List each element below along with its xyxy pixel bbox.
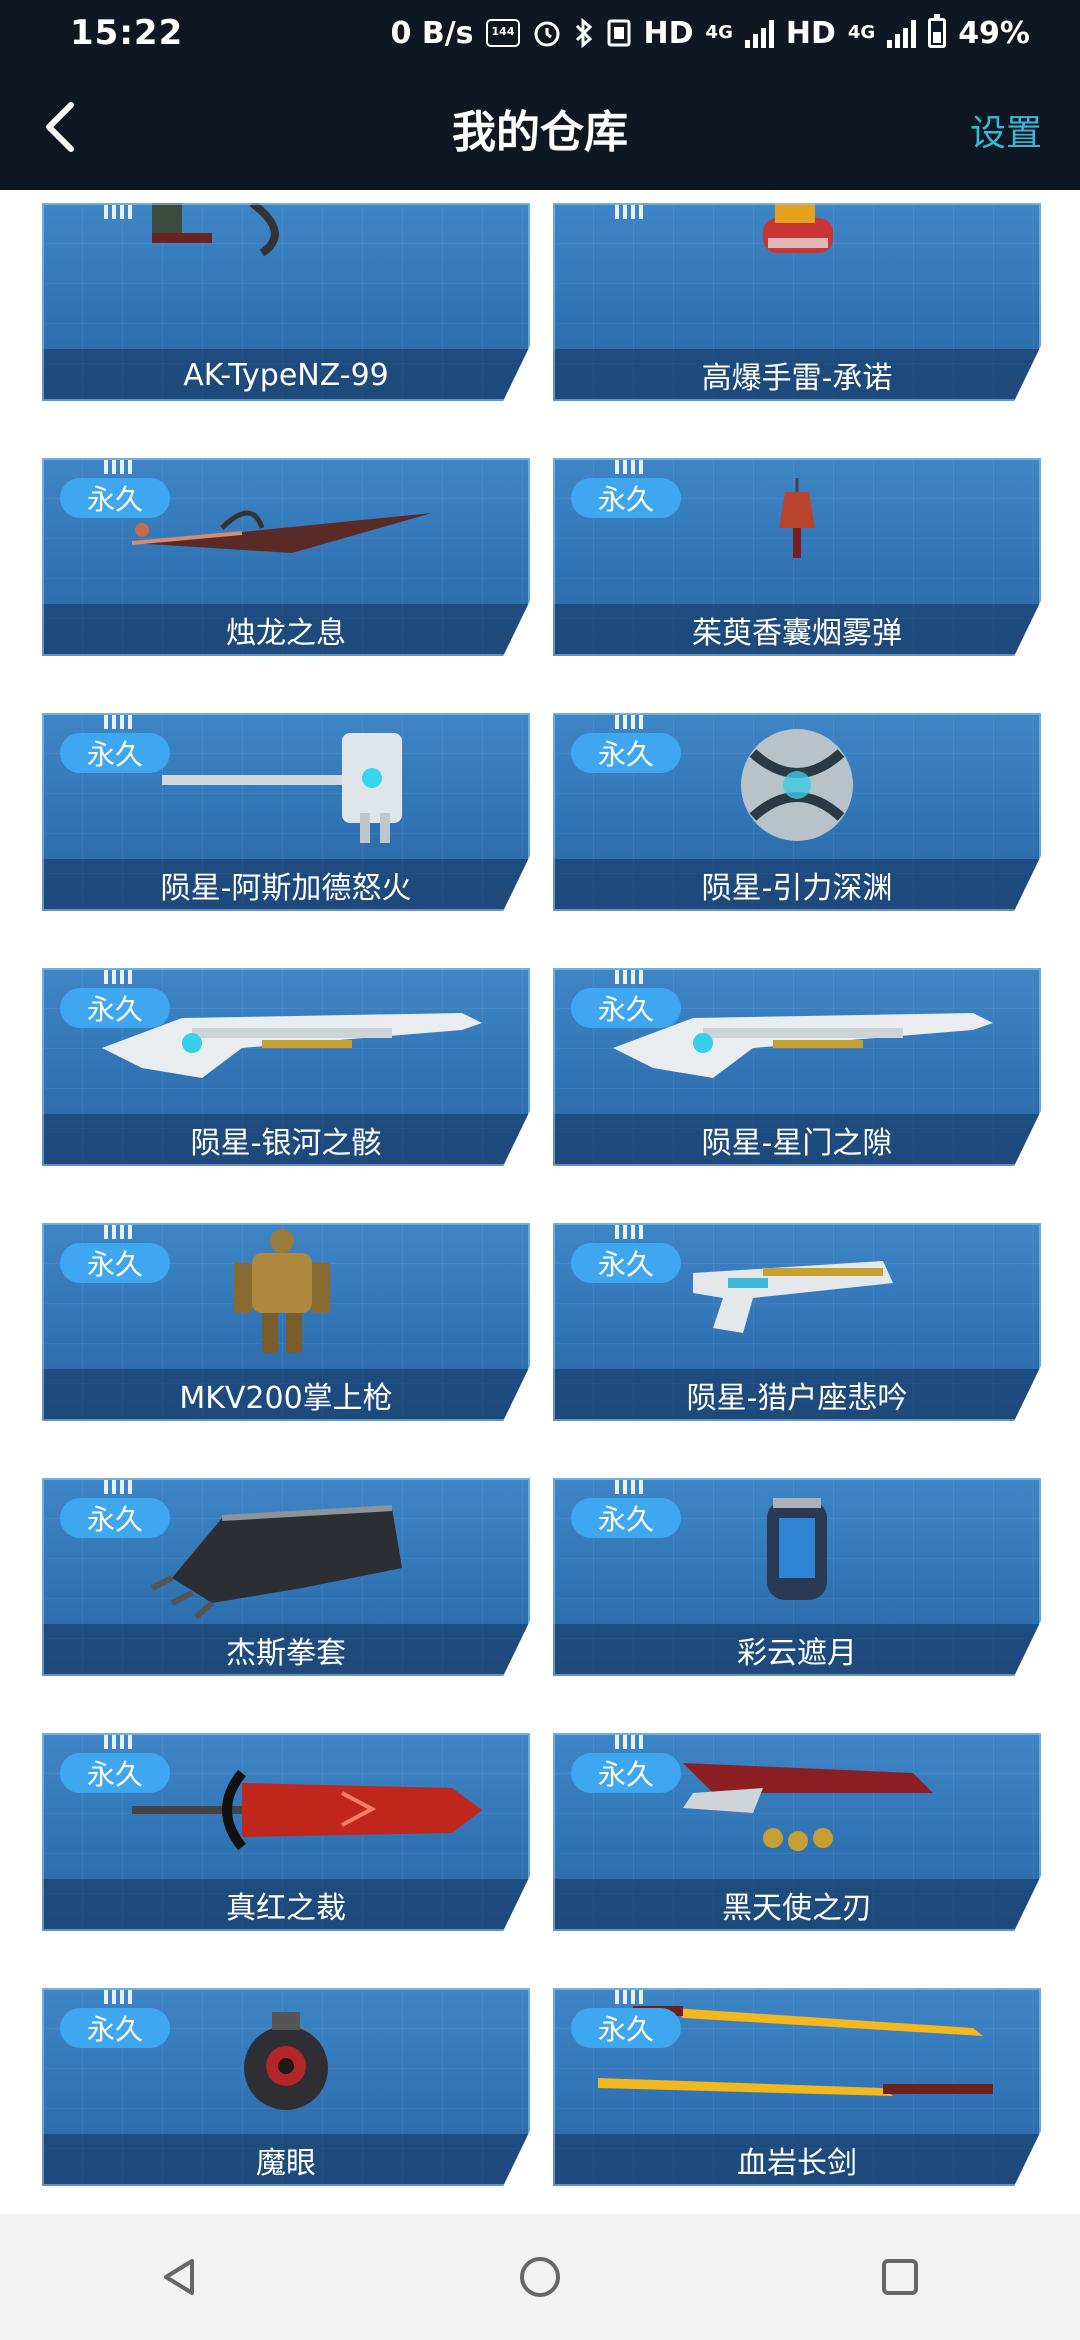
item-name: 魔眼 <box>42 2134 530 2186</box>
item-name: 黑天使之刃 <box>553 1879 1041 1931</box>
card-corner-marks <box>615 1990 645 2004</box>
nav-recents-button[interactable] <box>855 2232 945 2322</box>
item-card[interactable]: 永久真红之裁 <box>42 1733 530 1931</box>
page-title: 我的仓库 <box>452 107 628 158</box>
square-recents-icon <box>882 2259 918 2295</box>
item-name: 陨星-星门之隙 <box>553 1114 1041 1166</box>
item-card[interactable]: 永久 MKV200掌上枪 <box>42 1223 530 1421</box>
permanent-badge: 永久 <box>60 1753 170 1793</box>
card-corner-marks <box>104 1225 134 1239</box>
status-time: 15:22 <box>70 13 184 53</box>
item-card[interactable]: 高爆手雷-承诺 <box>553 203 1041 401</box>
permanent-badge: 永久 <box>60 733 170 773</box>
circle-home-icon <box>520 2257 560 2297</box>
card-corner-marks <box>615 205 645 219</box>
signal-icon-1 <box>744 18 774 48</box>
item-card[interactable]: 永久烛龙之息 <box>42 458 530 656</box>
hd-label-1: HD <box>643 15 694 51</box>
permanent-badge: 永久 <box>571 988 681 1028</box>
item-card[interactable]: 永久陨星-引力深渊 <box>553 713 1041 911</box>
card-corner-marks <box>104 1735 134 1749</box>
item-card[interactable]: 永久茱萸香囊烟雾弹 <box>553 458 1041 656</box>
card-corner-marks <box>615 1480 645 1494</box>
net-speed: 0 B/s <box>390 15 474 51</box>
permanent-badge: 永久 <box>60 2008 170 2048</box>
item-name: 杰斯拳套 <box>42 1624 530 1676</box>
item-name: 高爆手雷-承诺 <box>553 349 1041 401</box>
item-name: AK-TypeNZ-99 <box>42 349 530 401</box>
permanent-badge: 永久 <box>571 1498 681 1538</box>
system-nav-bar <box>0 2214 1080 2340</box>
card-corner-marks <box>615 1735 645 1749</box>
card-corner-marks <box>615 715 645 729</box>
status-bar: 15:22 0 B/s 144 HD 4G HD 4G 49% <box>0 0 1080 66</box>
card-corner-marks <box>104 460 134 474</box>
status-icons: 0 B/s 144 HD 4G HD 4G 49% <box>390 14 1030 51</box>
card-corner-marks <box>615 970 645 984</box>
item-name: 彩云遮月 <box>553 1624 1041 1676</box>
svg-text:144: 144 <box>491 25 514 38</box>
refresh-rate-icon: 144 <box>485 19 520 47</box>
item-card[interactable]: 永久魔眼 <box>42 1988 530 2186</box>
back-button[interactable] <box>26 92 96 162</box>
rifle-art <box>152 203 279 257</box>
bluetooth-icon <box>574 18 594 48</box>
item-card[interactable]: 永久陨星-星门之隙 <box>553 968 1041 1166</box>
item-card[interactable]: 永久杰斯拳套 <box>42 1478 530 1676</box>
card-corner-marks <box>104 205 134 219</box>
item-name: 陨星-猎户座悲吟 <box>553 1369 1041 1421</box>
permanent-badge: 永久 <box>571 733 681 773</box>
alarm-icon <box>532 18 562 48</box>
item-card[interactable]: 永久血岩长剑 <box>553 1988 1041 2186</box>
permanent-badge: 永久 <box>60 1243 170 1283</box>
item-name: 烛龙之息 <box>42 604 530 656</box>
triangle-back-icon <box>164 2259 194 2295</box>
nav-home-button[interactable] <box>495 2232 585 2322</box>
item-card[interactable]: 永久彩云遮月 <box>553 1478 1041 1676</box>
signal-icon-2 <box>887 18 917 48</box>
hd-label-2: HD <box>785 15 836 51</box>
card-corner-marks <box>615 1225 645 1239</box>
card-corner-marks <box>104 970 134 984</box>
permanent-badge: 永久 <box>571 1753 681 1793</box>
nav-back-button[interactable] <box>135 2232 225 2322</box>
item-name: 陨星-阿斯加德怒火 <box>42 859 530 911</box>
item-card[interactable]: 永久陨星-银河之骸 <box>42 968 530 1166</box>
permanent-badge: 永久 <box>571 2008 681 2048</box>
battery-percent: 49% <box>958 15 1030 51</box>
card-corner-marks <box>615 460 645 474</box>
card-corner-marks <box>104 715 134 729</box>
vibrate-icon <box>606 18 632 48</box>
chevron-left-icon <box>46 102 74 152</box>
card-corner-marks <box>104 1480 134 1494</box>
warehouse-list[interactable]: AK-TypeNZ-99 高爆手雷-承诺 永久 烛龙之息 永久 茱萸香囊烟雾弹 永久 陨星-阿… <box>0 190 1080 2214</box>
network-type-1: 4G <box>705 22 733 43</box>
settings-button[interactable]: 设置 <box>970 104 1042 156</box>
item-card[interactable]: 永久陨星-阿斯加德怒火 <box>42 713 530 911</box>
permanent-badge: 永久 <box>571 1243 681 1283</box>
permanent-badge: 永久 <box>60 988 170 1028</box>
network-type-2: 4G <box>847 22 876 43</box>
item-name: 血岩长剑 <box>553 2134 1041 2186</box>
item-name: 真红之裁 <box>42 1879 530 1931</box>
item-card[interactable]: 永久黑天使之刃 <box>553 1733 1041 1931</box>
app-header: 我的仓库 设置 <box>0 66 1080 190</box>
permanent-badge: 永久 <box>60 478 170 518</box>
battery-icon <box>928 14 947 48</box>
permanent-badge: 永久 <box>571 478 681 518</box>
item-card[interactable]: 永久陨星-猎户座悲吟 <box>553 1223 1041 1421</box>
item-card[interactable]: AK-TypeNZ-99 <box>42 203 530 401</box>
permanent-badge: 永久 <box>60 1498 170 1538</box>
card-corner-marks <box>104 1990 134 2004</box>
item-name: 陨星-引力深渊 <box>553 859 1041 911</box>
item-name: MKV200掌上枪 <box>42 1369 530 1421</box>
item-name: 陨星-银河之骸 <box>42 1114 530 1166</box>
item-name: 茱萸香囊烟雾弹 <box>553 604 1041 656</box>
grenade-art <box>763 203 833 253</box>
